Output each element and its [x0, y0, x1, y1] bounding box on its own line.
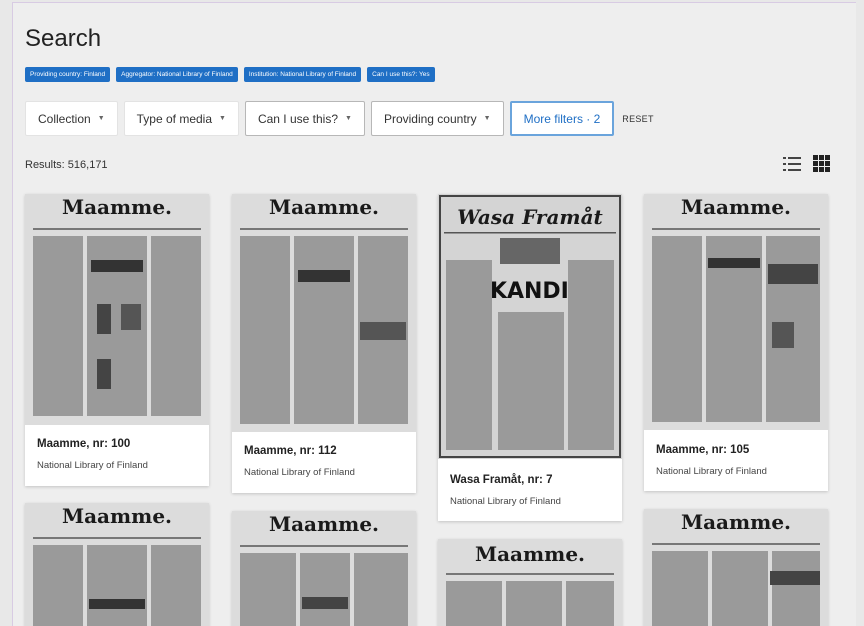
chip-institution[interactable]: Institution: National Library of Finland: [243, 67, 362, 82]
can-i-use-this-dropdown[interactable]: Can I use this? ▼: [244, 101, 365, 136]
card-title: Wasa Framåt, nr: 7: [450, 474, 553, 486]
newspaper-thumbnail: Maamme.: [25, 194, 209, 425]
chevron-down-icon: ▼: [345, 115, 352, 122]
chip-aggregator[interactable]: Aggregator: National Library of Finland: [116, 67, 238, 82]
result-card[interactable]: Maamme.: [644, 509, 828, 626]
more-filters-button[interactable]: More filters · 2: [509, 101, 615, 136]
filter-bar: Collection ▼ Type of media ▼ Can I use t…: [25, 101, 654, 136]
newspaper-thumbnail: Maamme.: [438, 539, 622, 626]
type-of-media-dropdown[interactable]: Type of media ▼: [123, 101, 239, 136]
card-provider: National Library of Finland: [656, 466, 767, 477]
card-title: Maamme, nr: 112: [244, 445, 337, 457]
newspaper-thumbnail: Maamme.: [644, 194, 828, 430]
result-card[interactable]: Maamme. Maamme, nr: 112 National Library…: [232, 194, 416, 493]
card-provider: National Library of Finland: [244, 467, 355, 478]
masthead-text: Wasa Framåt: [457, 205, 603, 229]
masthead-text: Maamme.: [681, 195, 791, 219]
list-view-icon[interactable]: [783, 156, 801, 171]
card-title: Maamme, nr: 105: [656, 444, 750, 456]
result-card[interactable]: Maamme.: [438, 539, 622, 626]
masthead-text: Maamme.: [62, 195, 172, 219]
chevron-down-icon: ▼: [219, 115, 226, 122]
results-count: Results: 516,171: [25, 159, 108, 171]
page-title: Search: [25, 25, 102, 52]
grid-view-icon[interactable]: [813, 155, 830, 172]
newspaper-thumbnail: Maamme.: [644, 509, 828, 626]
card-provider: National Library of Finland: [37, 460, 148, 471]
providing-country-label: Providing country: [383, 111, 477, 126]
masthead-text: Maamme.: [62, 504, 172, 528]
newspaper-thumbnail: Maamme.: [25, 503, 209, 626]
result-card[interactable]: Maamme. Maamme, nr: 100 National Library…: [25, 194, 209, 486]
chevron-down-icon: ▼: [483, 115, 491, 122]
collection-dropdown[interactable]: Collection ▼: [25, 101, 118, 136]
collection-label: Collection: [38, 111, 91, 126]
newspaper-thumbnail: Wasa Framåt SKANDIA: [438, 194, 622, 459]
newspaper-thumbnail: Maamme.: [232, 194, 416, 432]
type-of-media-label: Type of media: [136, 111, 213, 126]
more-filters-label: More filters · 2: [523, 111, 601, 126]
newspaper-thumbnail: Maamme.: [232, 511, 416, 626]
view-toggle: [783, 155, 830, 172]
active-filter-chips: Providing country: Finland Aggregator: N…: [25, 67, 435, 82]
can-i-use-this-label: Can I use this?: [257, 111, 338, 126]
result-card[interactable]: Wasa Framåt SKANDIA Wasa Framåt, nr: 7 N…: [438, 194, 622, 521]
providing-country-dropdown[interactable]: Providing country ▼: [370, 101, 504, 136]
search-page: Search Providing country: Finland Aggreg…: [12, 2, 856, 626]
masthead-text: Maamme.: [269, 512, 379, 536]
masthead-text: Maamme.: [681, 510, 791, 534]
card-title: Maamme, nr: 100: [37, 438, 131, 450]
chip-can-i-use-this[interactable]: Can I use this?: Yes: [367, 67, 435, 82]
masthead-text: Maamme.: [269, 195, 379, 219]
card-provider: National Library of Finland: [450, 496, 561, 507]
result-card[interactable]: Maamme.: [25, 503, 209, 626]
result-card[interactable]: Maamme.: [232, 511, 416, 626]
chevron-down-icon: ▼: [97, 115, 105, 122]
result-card[interactable]: Maamme. Maamme, nr: 105 National Library…: [644, 194, 828, 491]
masthead-text: Maamme.: [475, 542, 585, 566]
chip-providing-country[interactable]: Providing country: Finland: [25, 67, 111, 82]
reset-button[interactable]: RESET: [622, 114, 654, 124]
